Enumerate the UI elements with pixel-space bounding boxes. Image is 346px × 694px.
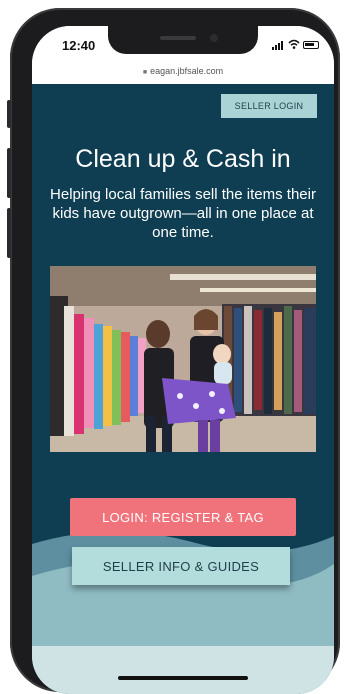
phone-screen: 12:40 ■ eagan.jbfsale.com SELLER LOGIN Cl… [32,26,334,694]
speaker-grille [160,36,196,40]
front-camera [210,34,218,42]
login-register-tag-button[interactable]: LOGIN: REGISTER & TAG [70,498,296,536]
page-title: Clean up & Cash in [75,145,291,173]
wifi-icon [288,39,300,49]
home-indicator[interactable] [118,676,248,680]
status-time: 12:40 [62,38,96,53]
seller-login-button[interactable]: SELLER LOGIN [221,94,317,118]
lock-icon: ■ [142,69,148,76]
hero-photo [50,266,316,452]
signal-icon [272,41,283,50]
volume-down-button [7,208,11,258]
volume-up-button [7,148,11,198]
seller-info-guides-button[interactable]: SELLER INFO & GUIDES [72,547,290,585]
address-bar[interactable]: ■ eagan.jbfsale.com [32,66,334,84]
phone-notch [108,26,258,54]
url-text: eagan.jbfsale.com [150,66,224,76]
landing-page: SELLER LOGIN Clean up & Cash in Helping … [32,84,334,694]
silent-switch [7,100,11,128]
page-subtitle: Helping local families sell the items th… [50,186,316,241]
hero-photo-illustration [50,266,316,452]
battery-icon [303,41,319,49]
